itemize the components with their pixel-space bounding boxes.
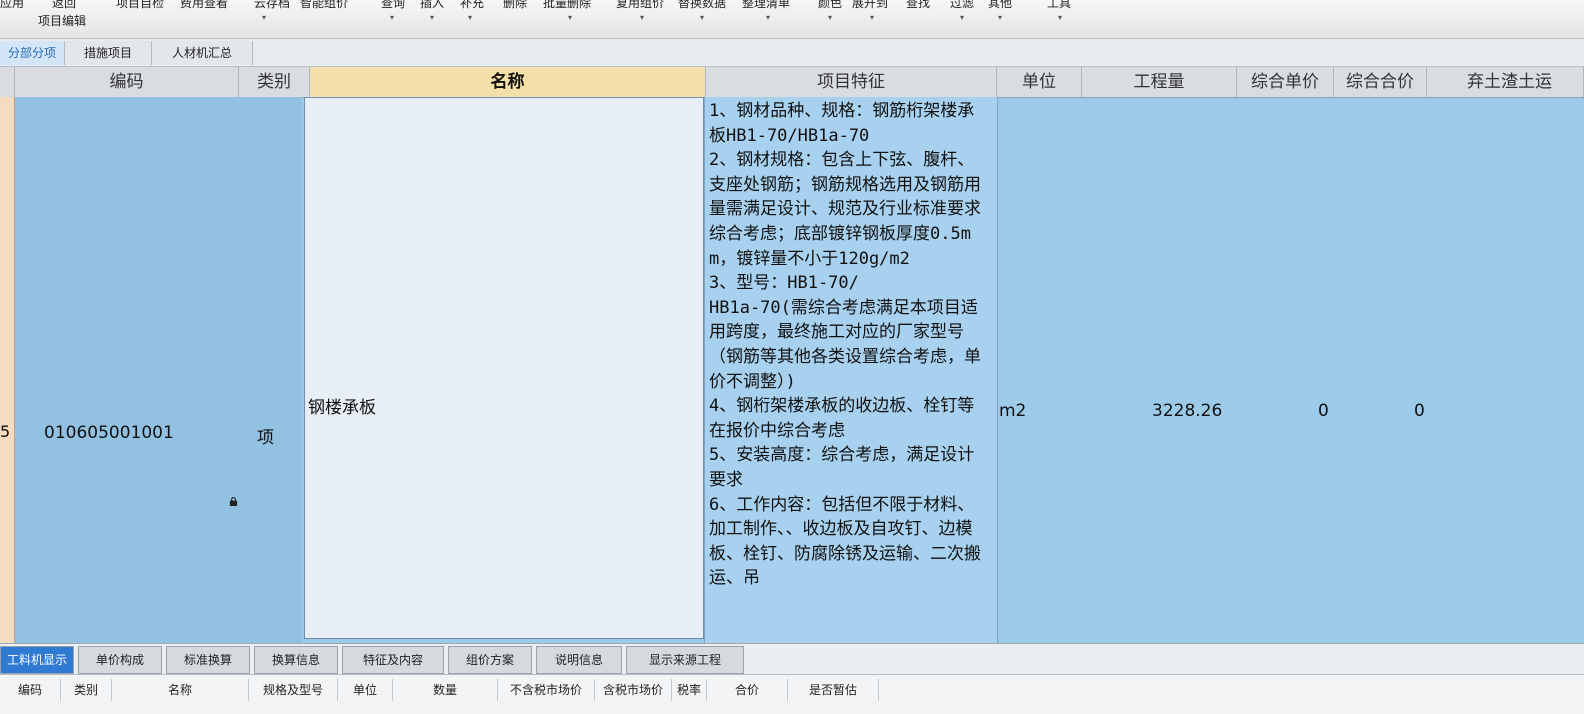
- item-features-text: 1、钢材品种、规格：钢筋桁架楼承板HB1-70/HB1a-70 2、钢材规格：包…: [709, 101, 981, 589]
- grid-header: 编码 类别 名称 项目特征 单位 工程量 综合单价 综合合价 弃土渣土运: [0, 67, 1584, 98]
- detail-header-category[interactable]: 类别: [61, 679, 112, 701]
- detail-tab-bar: 工料机显示 单价构成 标准换算 换算信息 特征及内容 组价方案 说明信息 显示来…: [0, 643, 1584, 674]
- chevron-down-icon: ▾: [262, 13, 267, 22]
- row-number: 5: [0, 422, 11, 441]
- header-total-price[interactable]: 综合合价: [1334, 67, 1427, 97]
- toolbar-batch-delete-button[interactable]: 批量删除: [543, 0, 591, 11]
- detail-header-provisional[interactable]: 是否暂估: [788, 679, 879, 701]
- chevron-down-icon: ▾: [700, 13, 705, 22]
- chevron-down-icon: ▾: [468, 13, 473, 22]
- header-name[interactable]: 名称: [310, 67, 706, 97]
- item-total-price: 0: [1414, 401, 1425, 421]
- lock-icon: [229, 497, 238, 506]
- bill-items-grid: 编码 类别 名称 项目特征 单位 工程量 综合单价 综合合价 弃土渣土运 5 0…: [0, 67, 1584, 643]
- toolbar-other-button[interactable]: 其他: [988, 0, 1012, 11]
- header-row-number: [0, 67, 15, 97]
- detail-header-total[interactable]: 合价: [707, 679, 788, 701]
- item-name: 钢楼承板: [308, 398, 376, 418]
- item-unit: m2: [999, 401, 1027, 421]
- chevron-down-icon: ▾: [568, 13, 573, 22]
- chevron-down-icon: ▾: [766, 13, 771, 22]
- chevron-down-icon: ▾: [430, 13, 435, 22]
- toolbar-reuse-price-button[interactable]: 复用组价: [616, 0, 664, 11]
- view-tab-bar: 分部分项 措施项目 人材机汇总: [0, 39, 1584, 67]
- toolbar-insert-button[interactable]: 插入: [420, 0, 444, 11]
- detail-header-tax-rate[interactable]: 税率: [672, 679, 707, 701]
- header-earthwork-transport[interactable]: 弃土渣土运: [1427, 67, 1584, 97]
- detail-header-amount[interactable]: 数量: [393, 679, 498, 701]
- toolbar-color-button[interactable]: 颜色: [818, 0, 842, 11]
- toolbar-filter-button[interactable]: 过滤: [950, 0, 974, 11]
- item-unit-price: 0: [1318, 401, 1329, 421]
- tab-labor-material-summary[interactable]: 人材机汇总: [152, 41, 253, 65]
- chevron-down-icon: ▾: [828, 13, 833, 22]
- tab-labor-material-display[interactable]: 工料机显示: [0, 646, 74, 674]
- toolbar-supplement-button[interactable]: 补充: [460, 0, 484, 11]
- chevron-down-icon: ▾: [390, 13, 395, 22]
- toolbar-expand-to-button[interactable]: 展开到: [852, 0, 888, 11]
- tab-sub-items[interactable]: 分部分项: [0, 41, 65, 65]
- header-unit[interactable]: 单位: [997, 67, 1082, 97]
- chevron-down-icon: ▾: [1058, 13, 1063, 22]
- header-category[interactable]: 类别: [239, 67, 310, 97]
- tab-conversion-info[interactable]: 换算信息: [254, 646, 338, 674]
- name-cell[interactable]: 钢楼承板: [304, 97, 704, 639]
- chevron-down-icon: ▾: [998, 13, 1003, 22]
- tab-standard-conversion[interactable]: 标准换算: [166, 646, 250, 674]
- toolbar-back-button[interactable]: 返回: [52, 0, 76, 11]
- toolbar-smart-price-button[interactable]: 智能组价: [300, 0, 348, 11]
- detail-header-spec[interactable]: 规格及型号: [249, 679, 338, 701]
- toolbar-replace-data-button[interactable]: 替换数据: [678, 0, 726, 11]
- code-cell[interactable]: 010605001001 项: [15, 97, 302, 643]
- header-code[interactable]: 编码: [15, 67, 239, 97]
- tab-source-project[interactable]: 显示来源工程: [626, 646, 744, 674]
- header-features[interactable]: 项目特征: [706, 67, 997, 97]
- ribbon-toolbar: 应用 返回 项目编辑 项目自检 费用查看 云存档 ▾ 智能组价 查询 ▾ 插入 …: [0, 0, 1584, 39]
- chevron-down-icon: ▾: [640, 13, 645, 22]
- toolbar-tools-button[interactable]: 工具: [1047, 0, 1071, 11]
- item-code: 010605001001: [44, 423, 174, 443]
- detail-grid-header: 编码 类别 名称 规格及型号 单位 数量 不含税市场价 含税市场价 税率 合价 …: [0, 674, 1584, 714]
- tab-features-content[interactable]: 特征及内容: [342, 646, 444, 674]
- detail-header-price-excl-tax[interactable]: 不含税市场价: [498, 679, 595, 701]
- features-cell[interactable]: 1、钢材品种、规格：钢筋桁架楼承板HB1-70/HB1a-70 2、钢材规格：包…: [704, 97, 998, 643]
- detail-header-code[interactable]: 编码: [0, 679, 61, 701]
- chevron-down-icon: ▾: [960, 13, 965, 22]
- toolbar-group-label: 项目编辑: [38, 14, 87, 28]
- toolbar-delete-button[interactable]: 删除: [503, 0, 527, 11]
- toolbar-find-button[interactable]: 查找: [906, 0, 930, 11]
- header-quantity[interactable]: 工程量: [1082, 67, 1237, 97]
- chevron-down-icon: ▾: [870, 13, 875, 22]
- toolbar-cloud-save-button[interactable]: 云存档: [254, 0, 290, 11]
- item-category: 项: [257, 428, 274, 448]
- detail-header-price-incl-tax[interactable]: 含税市场价: [595, 679, 672, 701]
- toolbar-cost-view-button[interactable]: 费用查看: [180, 0, 228, 11]
- toolbar-self-check-button[interactable]: 项目自检: [116, 0, 164, 11]
- toolbar-query-button[interactable]: 查询: [381, 0, 405, 11]
- tab-measures[interactable]: 措施项目: [65, 41, 152, 65]
- item-quantity: 3228.26: [1152, 401, 1223, 421]
- tab-pricing-scheme[interactable]: 组价方案: [448, 646, 532, 674]
- detail-header-unit[interactable]: 单位: [338, 679, 393, 701]
- toolbar-organize-list-button[interactable]: 整理清单: [742, 0, 790, 11]
- tab-description-info[interactable]: 说明信息: [536, 646, 622, 674]
- toolbar-apply-button[interactable]: 应用: [0, 0, 24, 11]
- header-unit-price[interactable]: 综合单价: [1237, 67, 1334, 97]
- row-number-cell[interactable]: 5: [0, 97, 15, 643]
- tab-unit-price-composition[interactable]: 单价构成: [78, 646, 162, 674]
- detail-header-name[interactable]: 名称: [112, 679, 249, 701]
